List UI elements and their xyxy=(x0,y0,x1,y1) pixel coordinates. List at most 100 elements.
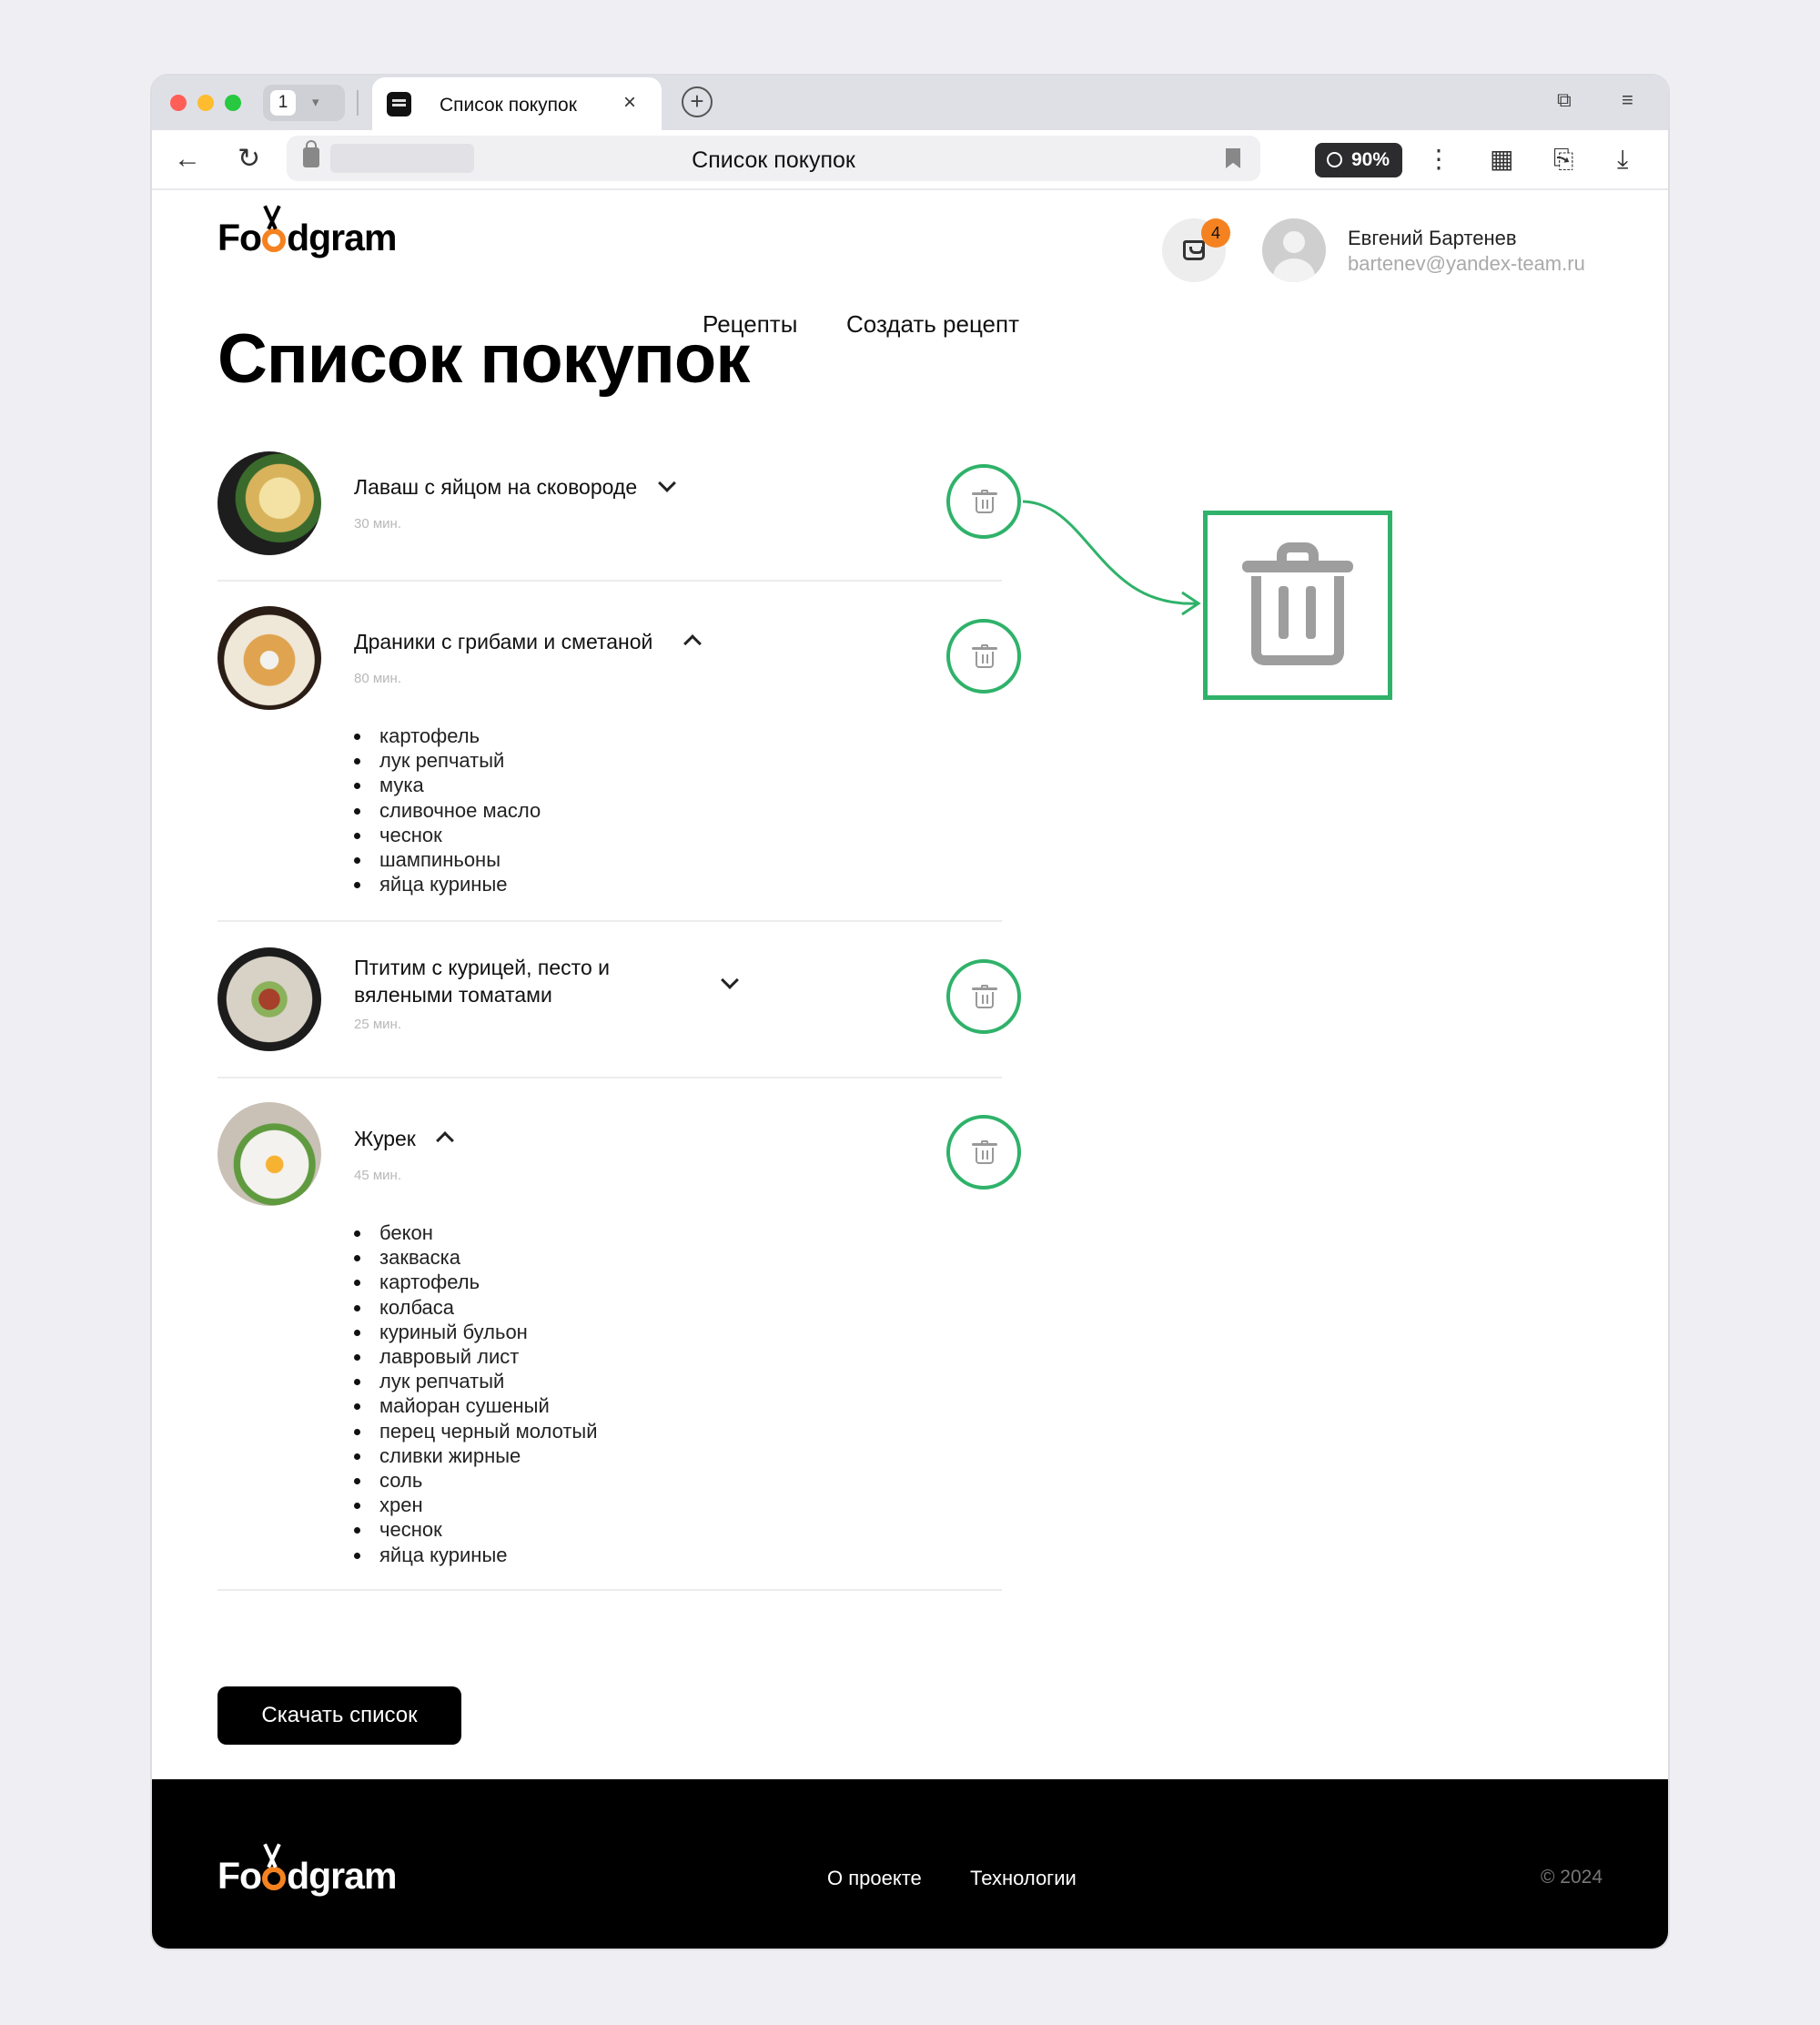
zoom-level: 90% xyxy=(1351,149,1390,170)
list-item: лавровый лист xyxy=(354,1344,598,1369)
logo-text-right: dgram xyxy=(287,217,397,258)
divider xyxy=(217,1077,1002,1078)
list-item: перец черный молотый xyxy=(354,1419,598,1443)
recipe-title: Лаваш с яйцом на сковороде xyxy=(354,475,638,499)
footer-link-about[interactable]: О проекте xyxy=(827,1867,922,1890)
favicon xyxy=(387,92,411,116)
list-item: лук репчатый xyxy=(354,748,541,773)
list-item: соль xyxy=(354,1468,598,1493)
trash-icon-callout xyxy=(1203,511,1392,700)
trash-icon xyxy=(972,985,997,1008)
delete-recipe-button[interactable] xyxy=(946,464,1021,539)
minimize-window-button[interactable] xyxy=(197,95,214,111)
list-item: куриный бульон xyxy=(354,1320,598,1344)
browser-toolbar: ← ↻ Список покупок 90% ⋮ ▦ ⎘ ⤓ xyxy=(152,130,1668,190)
ingredient-list: картофель лук репчатый мука сливочное ма… xyxy=(354,724,541,896)
trash-icon xyxy=(1242,542,1353,670)
download-list-button[interactable]: Скачать список xyxy=(217,1686,461,1745)
divider xyxy=(217,920,1002,922)
avatar[interactable] xyxy=(1262,218,1326,282)
logo-mark-icon xyxy=(262,228,287,252)
recipe-title: Птитим с курицей, песто и вялеными томат… xyxy=(354,954,610,1008)
recipe-time: 80 мин. xyxy=(354,671,401,686)
list-item: картофель xyxy=(354,724,541,748)
cart-count-badge: 4 xyxy=(1201,218,1230,248)
translate-icon[interactable]: ⎘ xyxy=(1553,141,1573,177)
new-tab-button[interactable]: + xyxy=(682,86,713,117)
close-tab-icon[interactable]: × xyxy=(623,90,636,116)
recipe-title-line: вялеными томатами xyxy=(354,983,552,1007)
list-item: бекон xyxy=(354,1220,598,1245)
logo-mark-icon xyxy=(262,1867,287,1890)
tab-title: Список покупок xyxy=(440,95,577,116)
list-item: мука xyxy=(354,773,541,797)
menu-icon[interactable]: ≡ xyxy=(1622,88,1633,112)
delete-recipe-button[interactable] xyxy=(946,959,1021,1034)
logo-text-right: dgram xyxy=(287,1855,397,1897)
list-item: чеснок xyxy=(354,823,541,847)
cart-button[interactable]: 4 xyxy=(1162,218,1230,282)
close-window-button[interactable] xyxy=(170,95,187,111)
recipe-time: 25 мин. xyxy=(354,1017,401,1032)
list-item: шампиньоны xyxy=(354,847,541,872)
divider xyxy=(217,1589,1002,1591)
page-title: Список покупок xyxy=(217,320,750,398)
recipe-image xyxy=(217,606,321,710)
list-item: яйца куриные xyxy=(354,1543,598,1567)
list-item: закваска xyxy=(354,1245,598,1270)
nav-create-recipe[interactable]: Создать рецепт xyxy=(846,310,1019,339)
chevron-down-icon[interactable] xyxy=(721,971,739,989)
footer-logo[interactable]: Fo dgram xyxy=(217,1855,397,1898)
active-tab[interactable]: Список покупок × xyxy=(372,77,662,132)
copyright: © 2024 xyxy=(1540,1867,1603,1888)
chevron-up-icon[interactable] xyxy=(683,634,702,653)
reload-icon[interactable]: ↻ xyxy=(238,141,260,177)
logo-text-left: Fo xyxy=(217,217,262,258)
qr-icon[interactable]: ▦ xyxy=(1490,141,1513,177)
tab-strip: 1 ▾ Список покупок × + ⧉ ≡ xyxy=(152,76,1668,132)
list-item: яйца куриные xyxy=(354,872,541,896)
user-email: bartenev@yandex-team.ru xyxy=(1348,252,1585,275)
tab-count: 1 xyxy=(270,90,296,116)
user-name: Евгений Бартенев xyxy=(1348,227,1517,249)
footer: Fo dgram О проекте Технологии © 2024 xyxy=(152,1779,1668,1949)
trash-icon xyxy=(972,644,997,668)
list-item: чеснок xyxy=(354,1517,598,1542)
address-bar[interactable]: Список покупок xyxy=(287,136,1260,181)
list-item: колбаса xyxy=(354,1295,598,1320)
chevron-down-icon[interactable] xyxy=(658,474,676,492)
recipe-title-line: Птитим с курицей, песто и xyxy=(354,956,610,979)
footer-link-tech[interactable]: Технологии xyxy=(970,1867,1077,1890)
chevron-down-icon: ▾ xyxy=(312,95,319,110)
trash-icon xyxy=(972,1140,997,1164)
recipe-time: 30 мин. xyxy=(354,516,401,532)
tab-counter[interactable]: 1 ▾ xyxy=(263,85,345,121)
recipe-image xyxy=(217,947,321,1051)
delete-recipe-button[interactable] xyxy=(946,1115,1021,1190)
zoom-badge[interactable]: 90% xyxy=(1315,143,1402,177)
back-icon[interactable]: ← xyxy=(174,141,201,177)
chevron-up-icon[interactable] xyxy=(436,1131,454,1149)
trash-icon xyxy=(972,490,997,513)
recipe-image xyxy=(217,451,321,555)
address-page-title: Список покупок xyxy=(692,147,855,173)
recipe-title: Журек xyxy=(354,1127,416,1150)
bookmarks-panel-icon[interactable]: ⧉ xyxy=(1557,88,1572,112)
maximize-window-button[interactable] xyxy=(225,95,241,111)
site-logo[interactable]: Fo dgram xyxy=(217,217,397,259)
divider xyxy=(357,90,359,116)
list-item: хрен xyxy=(354,1493,598,1517)
list-item: сливочное масло xyxy=(354,798,541,823)
ingredient-list: бекон закваска картофель колбаса куриный… xyxy=(354,1220,598,1567)
recipe-image xyxy=(217,1102,321,1206)
divider xyxy=(217,580,1002,582)
recipe-title: Драники с грибами и сметаной xyxy=(354,630,653,653)
more-icon[interactable]: ⋮ xyxy=(1426,141,1451,177)
list-item: картофель xyxy=(354,1270,598,1294)
browser-window: 1 ▾ Список покупок × + ⧉ ≡ ← ↻ Список по… xyxy=(152,76,1668,1949)
delete-recipe-button[interactable] xyxy=(946,619,1021,694)
recipe-time: 45 мин. xyxy=(354,1168,401,1183)
logo-text-left: Fo xyxy=(217,1855,262,1897)
download-icon[interactable]: ⤓ xyxy=(1617,141,1628,177)
list-item: майоран сушеный xyxy=(354,1393,598,1418)
